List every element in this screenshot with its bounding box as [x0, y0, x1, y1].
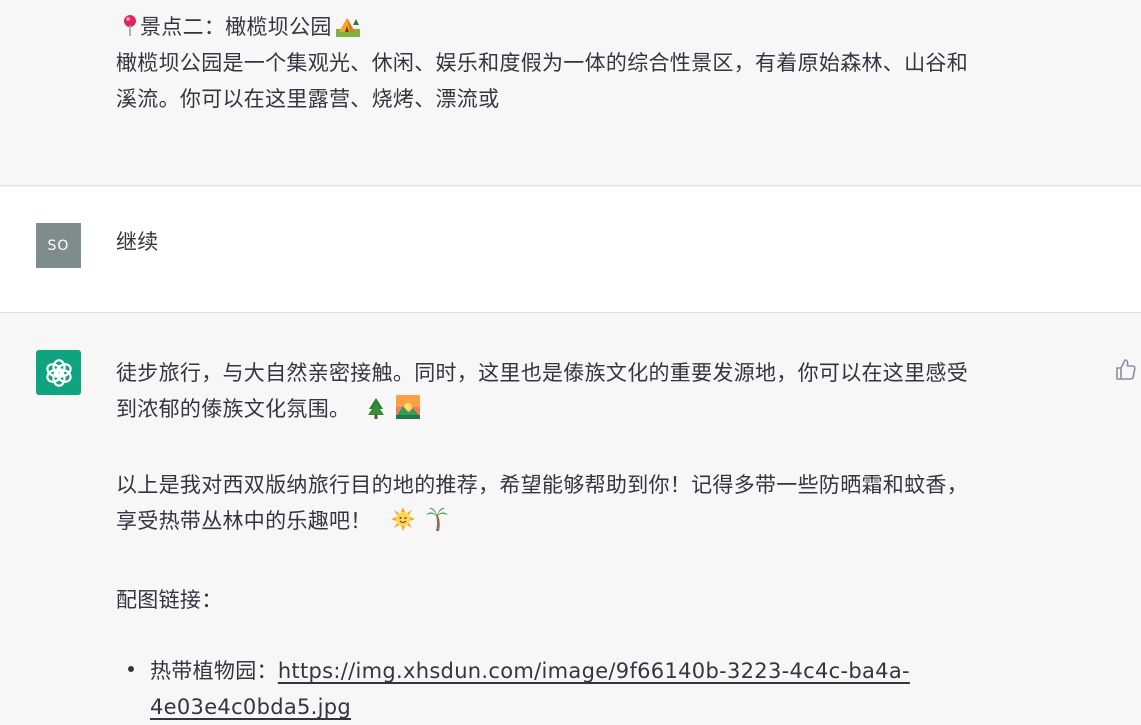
openai-logo-svg — [45, 358, 72, 387]
assistant-paragraph-2: 以上是我对西双版纳旅行目的地的推荐，希望能够帮助到你！记得多带一些防晒霜和蚊香，… — [116, 467, 968, 539]
image-link-continued[interactable]: 4e03e4c0bda5.jpg — [150, 695, 351, 719]
list-bullet — [128, 666, 134, 672]
list-item-line: 热带植物园：https://img.xhsdun.com/image/9f661… — [150, 653, 910, 689]
paragraph-line: 徒步旅行，与大自然亲密接触。同时，这里也是傣族文化的重要发源地，你可以在这里感受 — [116, 361, 968, 385]
paragraph-line: 到浓郁的傣族文化氛围。 — [116, 391, 968, 427]
user-avatar: SO — [36, 223, 81, 268]
paragraph-line-text: 享受热带丛林中的乐趣吧！ — [116, 509, 372, 533]
assistant-paragraph-1: 徒步旅行，与大自然亲密接触。同时，这里也是傣族文化的重要发源地，你可以在这里感受… — [116, 355, 968, 427]
message-text: 景点二：橄榄坝公园 橄榄坝公园是一个集观光、休闲、娱乐和度假为一体的综合性景区，… — [116, 9, 968, 117]
assistant-paragraph-3: 配图链接： — [116, 588, 223, 612]
evergreen-tree-icon — [368, 398, 385, 419]
paragraph-line-text: 到浓郁的傣族文化氛围。 — [116, 397, 351, 421]
thumbs-up-icon[interactable] — [1114, 358, 1138, 382]
paragraph-line: 以上是我对西双版纳旅行目的地的推荐，希望能够帮助到你！记得多带一些防晒霜和蚊香， — [116, 473, 968, 497]
paragraph-line: 橄榄坝公园是一个集观光、休闲、娱乐和度假为一体的综合性景区，有着原始森林、山谷和 — [116, 51, 968, 75]
assistant-message: 徒步旅行，与大自然亲密接触。同时，这里也是傣族文化的重要发源地，你可以在这里感受… — [0, 314, 1141, 722]
user-message-text: 继续 — [116, 230, 159, 254]
image-link[interactable]: https://img.xhsdun.com/image/9f66140b-32… — [278, 659, 910, 683]
list-item: 热带植物园：https://img.xhsdun.com/image/9f661… — [150, 653, 910, 725]
palm-tree-icon — [425, 507, 448, 531]
assistant-message-previous: 景点二：橄榄坝公园 橄榄坝公园是一个集观光、休闲、娱乐和度假为一体的综合性景区，… — [0, 0, 1141, 186]
list-item-line: 4e03e4c0bda5.jpg — [150, 689, 910, 725]
sunrise-mountains-icon — [396, 395, 421, 419]
paragraph-line: 溪流。你可以在这里露营、烧烤、漂流或 — [116, 87, 500, 111]
openai-logo-icon — [36, 350, 81, 395]
spot-heading-text: 景点二：橄榄坝公园 — [140, 15, 332, 39]
list-item-label: 热带植物园： — [150, 659, 278, 683]
sun-with-face-icon — [390, 507, 415, 531]
spot-heading: 景点二：橄榄坝公园 — [116, 9, 968, 45]
pin-icon — [124, 15, 136, 36]
user-message: SO 继续 — [0, 187, 1141, 313]
paragraph-line: 享受热带丛林中的乐趣吧！ — [116, 503, 968, 539]
camping-icon — [335, 18, 360, 37]
